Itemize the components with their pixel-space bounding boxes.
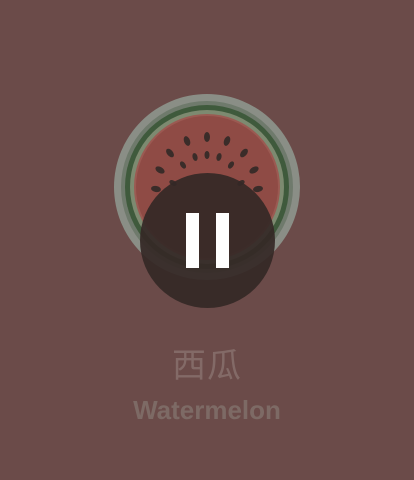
fruit-sound-screen: 西瓜 Watermelon <box>0 0 414 480</box>
pause-button[interactable] <box>140 173 275 308</box>
fruit-name-english: Watermelon <box>133 395 281 425</box>
pause-icon <box>186 213 199 268</box>
pause-icon-bar <box>216 213 229 268</box>
fruit-name-chinese: 西瓜 <box>172 346 242 386</box>
